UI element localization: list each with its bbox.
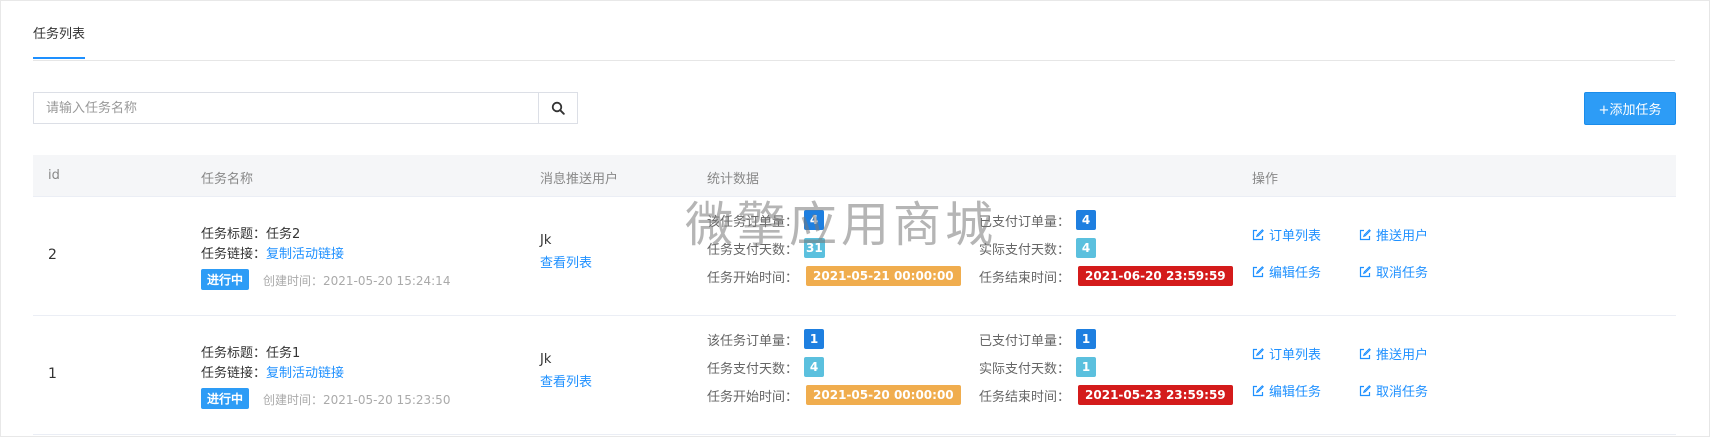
view-list-link[interactable]: 查看列表 [540,371,592,390]
stat-value: 1 [1076,329,1097,349]
edit-icon [1252,347,1264,359]
row-id: 2 [48,247,57,263]
search-box [33,92,578,124]
push-user: Jk [540,233,552,248]
stat-label: 任务结束时间： [979,270,1071,286]
header-stats: 统计数据 [707,172,760,187]
cancel-task-button[interactable]: 取消任务 [1359,381,1428,400]
stat-pay-days: 任务支付天数： 4 [707,357,825,377]
table-header: id 任务名称 消息推送用户 统计数据 操作 [33,155,1676,197]
push-user-button[interactable]: 推送用户 [1359,225,1428,244]
op-label: 编辑任务 [1269,385,1322,400]
stat-value: 1 [804,329,825,349]
cancel-task-button[interactable]: 取消任务 [1359,262,1428,281]
copy-link[interactable]: 复制活动链接 [266,366,344,381]
stat-pay-days: 任务支付天数： 31 [707,238,825,258]
op-label: 订单列表 [1269,229,1322,244]
start-date-badge: 2021-05-21 00:00:00 [806,266,961,286]
stat-value: 4 [1076,238,1097,258]
op-label: 取消任务 [1376,266,1429,281]
copy-link[interactable]: 复制活动链接 [266,247,344,262]
stat-value: 4 [1076,210,1097,230]
stat-label: 实际支付天数： [979,242,1071,258]
stat-label: 该任务订单量： [707,333,799,349]
order-list-button[interactable]: 订单列表 [1252,344,1321,363]
op-label: 推送用户 [1376,229,1429,244]
stat-label: 实际支付天数： [979,361,1071,377]
header-name: 任务名称 [201,172,254,187]
created-time: 创建时间：2021-05-20 15:23:50 [263,393,451,407]
start-date-badge: 2021-05-20 00:00:00 [806,385,961,405]
table-row: 2 任务标题：任务2 任务链接：复制活动链接 进行中 创建时间：2021-05-… [33,197,1676,316]
stat-label: 已支付订单量： [979,333,1071,349]
edit-task-button[interactable]: 编辑任务 [1252,381,1321,400]
edit-icon [1359,265,1371,277]
stat-label: 任务开始时间： [707,389,799,405]
task-title: 任务标题：任务2 [201,227,301,242]
header-id: id [48,168,60,183]
stat-actual-days: 实际支付天数： 4 [979,238,1097,258]
tab-bar: 任务列表 [33,26,1675,61]
op-label: 取消任务 [1376,385,1429,400]
edit-icon [1359,347,1371,359]
task-link-label: 任务链接： [201,247,267,262]
push-user: Jk [540,352,552,367]
task-link-label: 任务链接： [201,366,267,381]
table-row: 1 任务标题：任务1 任务链接：复制活动链接 进行中 创建时间：2021-05-… [33,316,1676,435]
tab-task-list[interactable]: 任务列表 [33,26,86,59]
stat-paid-count: 已支付订单量： 4 [979,210,1097,230]
stat-label: 任务结束时间： [979,389,1071,405]
stat-order-count: 该任务订单量： 4 [707,210,825,230]
edit-icon [1359,384,1371,396]
stat-order-count: 该任务订单量： 1 [707,329,825,349]
stat-label: 任务开始时间： [707,270,799,286]
edit-icon [1252,384,1264,396]
op-label: 编辑任务 [1269,266,1322,281]
stat-paid-count: 已支付订单量： 1 [979,329,1097,349]
stat-start-time: 任务开始时间： 2021-05-20 00:00:00 [707,385,961,405]
search-button[interactable] [538,93,577,123]
stat-label: 已支付订单量： [979,214,1071,230]
stat-value: 1 [1076,357,1097,377]
end-date-badge: 2021-06-20 23:59:59 [1078,266,1233,286]
stat-end-time: 任务结束时间： 2021-06-20 23:59:59 [979,266,1233,286]
stat-label: 任务支付天数： [707,361,799,377]
search-input[interactable] [34,93,538,123]
stat-value: 31 [804,238,825,258]
stat-value: 4 [804,357,825,377]
row-id: 1 [48,366,57,382]
stat-start-time: 任务开始时间： 2021-05-21 00:00:00 [707,266,961,286]
order-list-button[interactable]: 订单列表 [1252,225,1321,244]
stat-label: 任务支付天数： [707,242,799,258]
created-time: 创建时间：2021-05-20 15:24:14 [263,274,451,288]
header-ops: 操作 [1252,172,1279,187]
search-icon [551,101,565,115]
status-badge: 进行中 [201,388,250,409]
task-title: 任务标题：任务1 [201,346,301,361]
task-link-row: 任务链接：复制活动链接 [201,243,344,262]
end-date-badge: 2021-05-23 23:59:59 [1078,385,1233,405]
task-table: id 任务名称 消息推送用户 统计数据 操作 2 任务标题：任务2 任务链接：复… [33,155,1676,435]
stat-label: 该任务订单量： [707,214,799,230]
edit-icon [1359,228,1371,240]
header-push: 消息推送用户 [540,172,619,187]
edit-task-button[interactable]: 编辑任务 [1252,262,1321,281]
task-link-row: 任务链接：复制活动链接 [201,362,344,381]
stat-value: 4 [804,210,825,230]
op-label: 订单列表 [1269,348,1322,363]
op-label: 推送用户 [1376,348,1429,363]
edit-icon [1252,265,1264,277]
stat-actual-days: 实际支付天数： 1 [979,357,1097,377]
stat-end-time: 任务结束时间： 2021-05-23 23:59:59 [979,385,1233,405]
edit-icon [1252,228,1264,240]
view-list-link[interactable]: 查看列表 [540,252,592,271]
status-badge: 进行中 [201,269,250,290]
push-user-button[interactable]: 推送用户 [1359,344,1428,363]
add-task-button[interactable]: +添加任务 [1584,92,1676,125]
